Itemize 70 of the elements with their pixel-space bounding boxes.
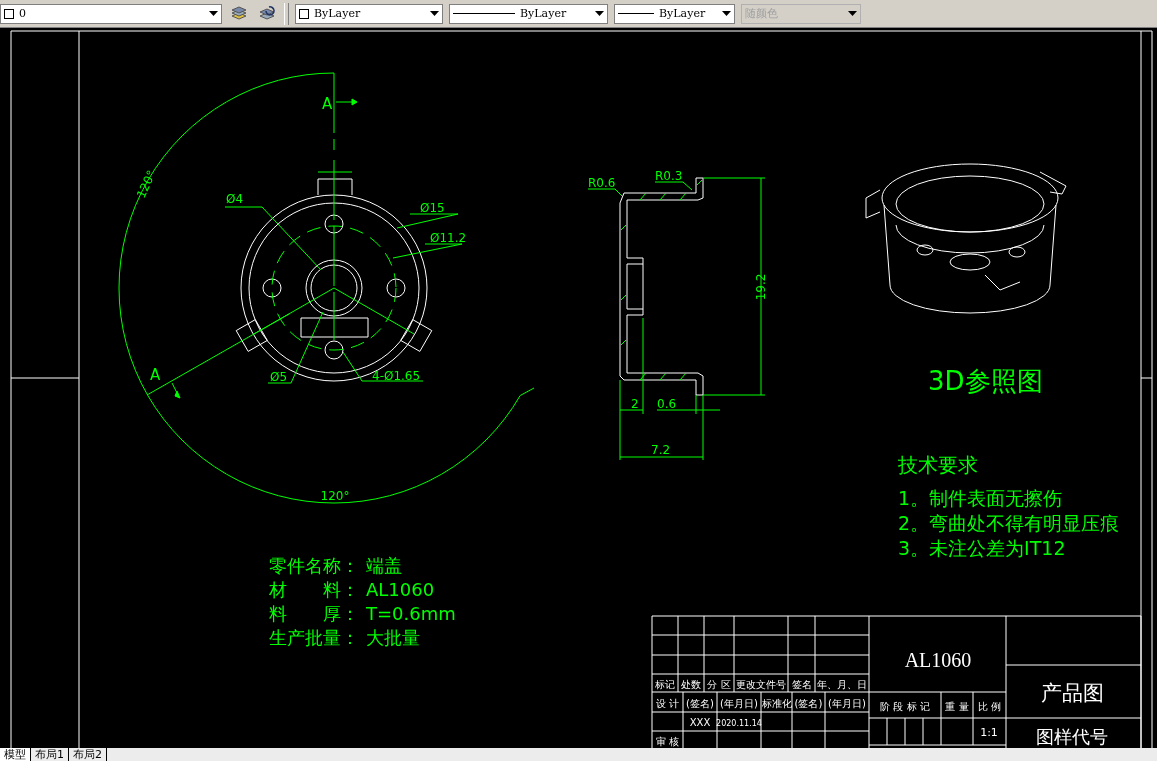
linetype-dropdown[interactable]: ByLayer	[449, 3, 608, 24]
dimension-label: 19.2	[754, 273, 768, 301]
drawing-type-label: 产品图	[1040, 681, 1104, 705]
requirement-item: 2。弯曲处不得有明显压痕	[898, 512, 1120, 534]
caret-icon	[848, 11, 857, 16]
section-label: A	[150, 366, 161, 384]
info-value: T=0.6mm	[366, 603, 456, 624]
table-header: 标记	[655, 679, 675, 690]
table-cell: 审 核	[655, 736, 680, 747]
leader-line	[587, 188, 623, 197]
table-cell: XXX	[689, 717, 711, 728]
table-cell: (年月日)	[828, 698, 866, 709]
table-header: 分 区	[707, 679, 731, 690]
table-cell: (签名)	[686, 698, 714, 709]
table-cell: (签名)	[794, 698, 823, 709]
layout-tab[interactable]: 模型	[0, 748, 31, 761]
lineweight-dropdown[interactable]: ByLayer	[614, 3, 735, 24]
requirements-heading: 技术要求	[898, 453, 978, 477]
dimension-label: R0.3	[655, 169, 683, 183]
section-label: A	[322, 95, 333, 113]
dimension-label: R0.6	[588, 176, 616, 190]
table-cell: 标准化	[761, 698, 792, 709]
requirement-item: 3。未注公差为IT12	[898, 537, 1066, 559]
caret-icon	[595, 11, 604, 16]
angle-label: 120°	[320, 489, 350, 503]
line-sample-icon	[453, 12, 515, 15]
swatch-icon	[4, 8, 14, 19]
swatch-icon	[299, 8, 309, 19]
drawing-code-label: 图样代号	[1036, 726, 1108, 747]
table-cell: 设 计	[655, 698, 680, 709]
info-label: 零件名称：	[269, 555, 359, 576]
table-cell: (年月日)	[720, 698, 758, 709]
line-sample-icon	[618, 12, 654, 15]
info-value: 大批量	[366, 627, 420, 648]
view-title: 3D参照图	[928, 366, 1043, 396]
section-arrow-icon	[171, 382, 181, 399]
caret-icon	[209, 11, 218, 16]
table-header: 年、月、日	[817, 679, 867, 690]
color-dropdown[interactable]: ByLayer	[295, 3, 443, 24]
info-value: 端盖	[366, 555, 402, 576]
info-label: 材 料：	[269, 579, 359, 600]
dimension-label: Ø5	[270, 370, 288, 384]
table-header: 比 例	[977, 701, 1002, 712]
dimension-label: Ø15	[420, 201, 445, 215]
material-label: AL1060	[904, 649, 972, 671]
caret-icon	[722, 11, 731, 16]
dimension-label: 7.2	[651, 443, 671, 457]
table-header: 签名	[791, 679, 812, 690]
leader-line	[396, 213, 459, 229]
table-header: 重 量	[945, 701, 969, 712]
requirement-item: 1。制件表面无擦伤	[898, 487, 1063, 509]
leader-line	[654, 181, 693, 191]
caret-icon	[430, 11, 439, 16]
info-label: 生产批量：	[269, 627, 359, 648]
table-header: 阶 段 标 记	[880, 701, 930, 712]
scale-value: 1:1	[980, 726, 998, 739]
layer-dropdown[interactable]: 0	[0, 3, 222, 24]
leader-line	[392, 243, 463, 259]
dimension-label: Ø11.2	[430, 231, 467, 245]
dimension-label: 0.6	[657, 397, 677, 411]
table-header: 更改文件号	[736, 679, 786, 690]
dimension-label: 4-Ø1.65	[372, 369, 421, 383]
dimension-label: Ø4	[226, 192, 244, 206]
table-cell: 2020.11.14	[716, 719, 762, 728]
info-value: AL1060	[366, 579, 435, 600]
info-label: 料 厚：	[269, 603, 359, 624]
table-header: 处数	[681, 679, 701, 690]
angle-label: 120°	[133, 168, 159, 201]
section-arrow-icon	[335, 98, 358, 106]
dimension-label: 2	[631, 397, 639, 411]
